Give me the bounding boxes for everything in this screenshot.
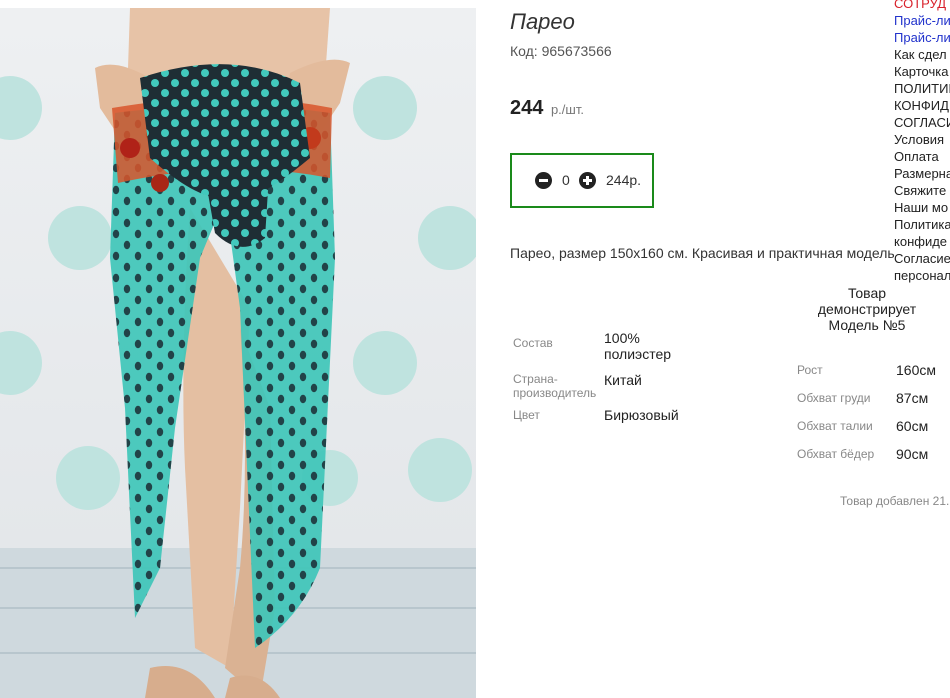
property-row: Состав 100% полиэстер [513, 328, 793, 364]
quantity-value[interactable]: 0 [562, 172, 570, 188]
side-menu: СОТРУД Прайс-ли Прайс-ли Как сдел Карточ… [894, 0, 950, 284]
side-menu-item[interactable]: Оплата [894, 148, 950, 165]
product-code: Код: 965673566 [510, 43, 612, 59]
side-menu-item[interactable]: Политика [894, 216, 950, 233]
minus-icon[interactable] [535, 172, 552, 189]
property-value: Китай [604, 372, 642, 388]
property-key: Цвет [513, 408, 540, 422]
product-description: Парео, размер 150х160 см. Красивая и пра… [510, 245, 895, 261]
model-param-value: 87см [896, 390, 929, 406]
side-menu-item[interactable]: Согласие [894, 250, 950, 267]
product-title: Парео [510, 9, 575, 34]
side-menu-item[interactable]: Условия [894, 131, 950, 148]
model-param-value: 60см [896, 418, 929, 434]
model-param-key: Рост [797, 363, 823, 377]
product-photo[interactable] [0, 8, 476, 698]
property-row: Цвет Бирюзовый [513, 400, 793, 436]
side-menu-item[interactable]: Прайс-ли [894, 12, 950, 29]
product-price: 244 р./шт. [510, 97, 584, 120]
model-param-row: Рост 160см [797, 361, 947, 381]
product-properties: Состав 100% полиэстер Страна-производите… [513, 328, 793, 436]
price-value: 244 [510, 97, 544, 119]
property-key: Страна-производитель [513, 372, 597, 400]
side-menu-item[interactable]: Размерна [894, 165, 950, 182]
product-image-graphic [0, 8, 476, 698]
model-param-value: 90см [896, 446, 929, 462]
quantity-box: 0 244р. [510, 153, 654, 208]
model-param-key: Обхват груди [797, 391, 871, 405]
side-menu-item[interactable]: персонал [894, 267, 950, 284]
model-param-row: Обхват груди 87см [797, 389, 947, 409]
side-menu-item[interactable]: Свяжите [894, 182, 950, 199]
property-value: 100% полиэстер [604, 330, 672, 362]
quantity-sum: 244р. [606, 172, 642, 188]
side-menu-item[interactable]: конфиде [894, 233, 950, 250]
side-menu-item[interactable]: СОГЛАСИ [894, 114, 950, 131]
plus-icon[interactable] [579, 172, 596, 189]
side-menu-item[interactable]: Прайс-ли [894, 29, 950, 46]
property-key: Состав [513, 336, 553, 350]
side-menu-item[interactable]: СОТРУД [894, 0, 950, 12]
side-menu-item[interactable]: КОНФИД [894, 97, 950, 114]
added-date: Товар добавлен 21. [840, 494, 950, 508]
model-param-row: Обхват талии 60см [797, 417, 947, 437]
property-row: Страна-производитель Китай [513, 364, 793, 400]
side-menu-item[interactable]: Наши мо [894, 199, 950, 216]
property-value: Бирюзовый [604, 407, 679, 423]
price-unit: р./шт. [550, 102, 584, 117]
side-menu-item[interactable]: Как сдел [894, 46, 950, 63]
model-param-row: Обхват бёдер 90см [797, 445, 947, 465]
model-param-value: 160см [896, 362, 936, 378]
model-heading: Товар демонстрирует Модель №5 [817, 285, 917, 333]
model-param-key: Обхват бёдер [797, 447, 875, 461]
side-menu-item[interactable]: Карточка [894, 63, 950, 80]
side-menu-item[interactable]: ПОЛИТИК [894, 80, 950, 97]
model-param-key: Обхват талии [797, 419, 873, 433]
